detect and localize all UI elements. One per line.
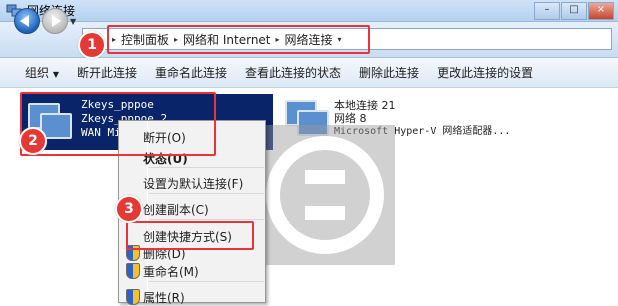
organize-button[interactable]: 组织 ▼ [16, 64, 68, 81]
connection-name: 本地连接 21 [334, 99, 396, 112]
annotation-badge-3: 3 [115, 195, 143, 223]
maximize-icon[interactable]: □ [561, 2, 587, 20]
command-toolbar: 组织 ▼ 断开此连接 重命名此连接 查看此连接的状态 删除此连接 更改此连接的设… [0, 58, 618, 88]
title-bar [0, 0, 618, 22]
menu-item-set-default[interactable]: 设置为默认连接(F) [143, 175, 243, 192]
forward-button[interactable] [42, 8, 68, 34]
arrow-left-icon [20, 15, 29, 27]
menu-item-rename[interactable]: 重命名(M) [143, 263, 199, 280]
history-dropdown-icon[interactable]: ▼ [70, 17, 76, 26]
annotation-box-connection [20, 92, 216, 156]
chevron-down-icon: ▼ [52, 70, 59, 79]
rename-button[interactable]: 重命名此连接 [146, 64, 236, 81]
view-status-button[interactable]: 查看此连接的状态 [236, 64, 350, 81]
watermark-logo [255, 125, 395, 265]
back-button[interactable] [14, 8, 40, 34]
annotation-badge-2: 2 [19, 127, 47, 155]
close-icon[interactable]: × [588, 2, 614, 20]
menu-item-create-copy[interactable]: 创建副本(C) [143, 201, 209, 218]
minimize-icon[interactable]: – [534, 2, 560, 20]
menu-separator [149, 193, 264, 194]
change-settings-button[interactable]: 更改此连接的设置 [428, 64, 542, 81]
annotation-box-breadcrumb [107, 25, 370, 54]
disconnect-button[interactable]: 断开此连接 [68, 64, 146, 81]
menu-item-properties[interactable]: 属性(R) [143, 289, 185, 306]
arrow-right-icon [52, 15, 61, 27]
annotation-badge-1: 1 [78, 31, 106, 59]
menu-separator [149, 219, 264, 220]
menu-separator [149, 281, 264, 282]
uac-shield-icon [126, 263, 140, 279]
menu-separator [149, 167, 264, 168]
delete-button[interactable]: 删除此连接 [350, 64, 428, 81]
annotation-box-shortcut [126, 221, 254, 250]
window-controls: – □ × [534, 2, 614, 20]
